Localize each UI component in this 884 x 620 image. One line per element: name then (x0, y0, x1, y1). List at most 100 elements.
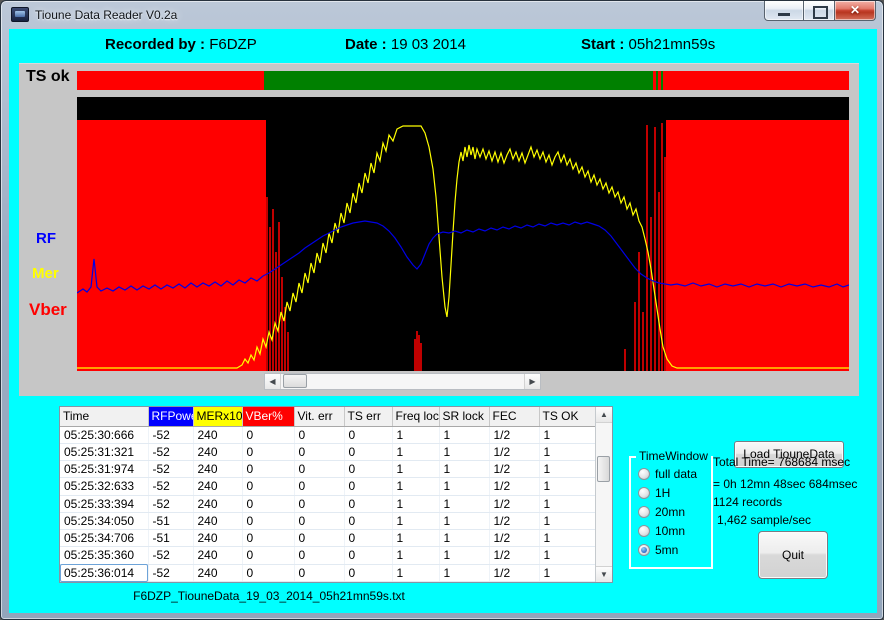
table-cell[interactable]: 05:25:31:321 (60, 443, 148, 460)
table-cell[interactable]: 0 (344, 547, 392, 564)
table-cell[interactable]: 1/2 (489, 530, 539, 547)
radio-option-20mn[interactable]: 20mn (638, 505, 711, 519)
table-cell[interactable]: 0 (294, 443, 344, 460)
table-row[interactable]: 05:25:32:633-52240000111/21 (60, 478, 595, 495)
table-cell[interactable]: 240 (193, 564, 242, 581)
column-header-sr-lock[interactable]: SR lock (439, 407, 489, 426)
table-cell[interactable]: 1 (539, 461, 595, 478)
table-cell[interactable]: -52 (148, 461, 193, 478)
table-cell[interactable]: 1/2 (489, 495, 539, 512)
radio-option-1h[interactable]: 1H (638, 486, 711, 500)
table-cell[interactable]: 240 (193, 478, 242, 495)
table-cell[interactable]: 240 (193, 443, 242, 460)
table-cell[interactable]: 0 (344, 443, 392, 460)
table-cell[interactable]: 05:25:33:394 (60, 495, 148, 512)
quit-button[interactable]: Quit (758, 531, 828, 579)
table-cell[interactable]: 1 (439, 495, 489, 512)
table-cell[interactable]: 0 (242, 426, 294, 443)
table-cell[interactable]: 1 (392, 512, 439, 529)
table-cell[interactable]: 0 (294, 461, 344, 478)
table-cell[interactable]: 05:25:34:050 (60, 512, 148, 529)
table-cell[interactable]: 0 (294, 495, 344, 512)
table-cell[interactable]: 1 (539, 443, 595, 460)
table-cell[interactable]: 05:25:30:666 (60, 426, 148, 443)
radio-button-icon[interactable] (638, 544, 650, 556)
vscroll-thumb[interactable] (597, 456, 610, 482)
table-cell[interactable]: 1/2 (489, 564, 539, 581)
table-cell[interactable]: 1 (392, 564, 439, 581)
table-cell[interactable]: 0 (242, 478, 294, 495)
column-header-freq-lock[interactable]: Freq lock (392, 407, 439, 426)
table-cell[interactable]: 1 (439, 443, 489, 460)
table-cell[interactable]: 05:25:31:974 (60, 461, 148, 478)
table-cell[interactable]: -52 (148, 547, 193, 564)
table-cell[interactable]: 1/2 (489, 426, 539, 443)
hscroll-thumb[interactable] (283, 374, 307, 388)
minimize-button[interactable] (764, 1, 804, 21)
table-cell[interactable]: 0 (242, 564, 294, 581)
table-cell[interactable]: 0 (344, 478, 392, 495)
table-cell[interactable]: 0 (242, 512, 294, 529)
table-cell[interactable]: 240 (193, 495, 242, 512)
table-cell[interactable]: 1 (539, 530, 595, 547)
table-cell[interactable]: 240 (193, 426, 242, 443)
column-header-ts-ok[interactable]: TS OK (539, 407, 595, 426)
table-cell[interactable]: 240 (193, 512, 242, 529)
table-cell[interactable]: 1 (539, 512, 595, 529)
table-cell[interactable]: -52 (148, 495, 193, 512)
table-cell[interactable]: 1 (539, 426, 595, 443)
table-cell[interactable]: 1 (439, 461, 489, 478)
table-row[interactable]: 05:25:36:014-52240000111/21 (60, 564, 595, 581)
vscroll-track[interactable] (596, 423, 612, 566)
chart-horizontal-scrollbar[interactable]: ◀ ▶ (264, 373, 541, 390)
table-cell[interactable]: 1/2 (489, 461, 539, 478)
table-cell[interactable]: 240 (193, 547, 242, 564)
radio-option-full-data[interactable]: full data (638, 467, 711, 481)
table-cell[interactable]: 05:25:32:633 (60, 478, 148, 495)
table-cell[interactable]: 1 (392, 443, 439, 460)
table-cell[interactable]: 1 (439, 530, 489, 547)
table-cell[interactable]: 05:25:34:706 (60, 530, 148, 547)
table-row[interactable]: 05:25:33:394-52240000111/21 (60, 495, 595, 512)
table-cell[interactable]: 0 (242, 530, 294, 547)
table-cell[interactable]: 1 (539, 478, 595, 495)
table-cell[interactable]: 05:25:35:360 (60, 547, 148, 564)
table-cell[interactable]: 0 (344, 530, 392, 547)
table-cell[interactable]: 240 (193, 461, 242, 478)
table-cell[interactable]: 1/2 (489, 512, 539, 529)
column-header-fec[interactable]: FEC (489, 407, 539, 426)
table-cell[interactable]: 0 (344, 426, 392, 443)
table-cell[interactable]: 1 (439, 426, 489, 443)
table-cell[interactable]: -52 (148, 443, 193, 460)
table-cell[interactable]: -52 (148, 426, 193, 443)
scroll-down-arrow-icon[interactable]: ▼ (596, 566, 612, 582)
table-cell[interactable]: 0 (242, 443, 294, 460)
radio-option-10mn[interactable]: 10mn (638, 524, 711, 538)
column-header-vit-err[interactable]: Vit. err (294, 407, 344, 426)
table-cell[interactable]: 1/2 (489, 478, 539, 495)
table-vertical-scrollbar[interactable]: ▲ ▼ (595, 407, 612, 582)
table-cell[interactable]: -51 (148, 530, 193, 547)
table-cell[interactable]: 1 (392, 530, 439, 547)
table-cell[interactable]: -51 (148, 512, 193, 529)
scroll-left-arrow-icon[interactable]: ◀ (265, 374, 281, 389)
table-cell[interactable]: 1 (439, 478, 489, 495)
table-cell[interactable]: 0 (294, 564, 344, 581)
table-cell[interactable]: 1 (392, 495, 439, 512)
column-header-merx10[interactable]: MERx10 (193, 407, 242, 426)
table-cell[interactable]: 0 (294, 512, 344, 529)
table-cell[interactable]: 0 (344, 512, 392, 529)
table-row[interactable]: 05:25:34:706-51240000111/21 (60, 530, 595, 547)
table-cell[interactable]: 1 (392, 461, 439, 478)
table-cell[interactable]: -52 (148, 478, 193, 495)
column-header-vber-[interactable]: VBer% (242, 407, 294, 426)
table-cell[interactable]: 1 (439, 512, 489, 529)
radio-button-icon[interactable] (638, 487, 650, 499)
table-cell[interactable]: 0 (294, 530, 344, 547)
table-cell[interactable]: 1 (539, 564, 595, 581)
table-cell[interactable]: 1/2 (489, 547, 539, 564)
radio-button-icon[interactable] (638, 468, 650, 480)
table-cell[interactable]: 1 (392, 547, 439, 564)
column-header-time[interactable]: Time (60, 407, 148, 426)
table-cell[interactable]: 1 (439, 547, 489, 564)
